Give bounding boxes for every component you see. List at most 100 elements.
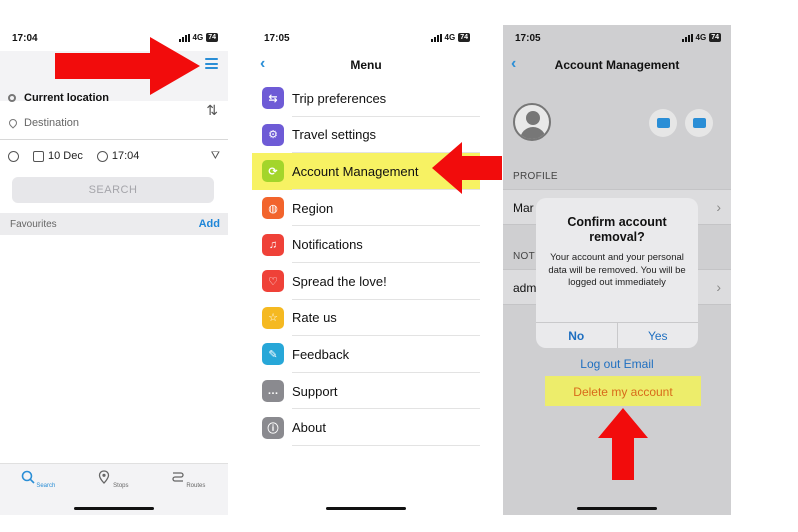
notification-section-header: NOT [513, 251, 536, 262]
logout-button[interactable]: Log out Email [503, 357, 731, 371]
page-title: Menu [350, 58, 382, 72]
location-dot-icon [8, 94, 16, 102]
menu-list: ⇆ Trip preferences ⚙ Travel settings ⟳ A… [252, 80, 480, 446]
network-label: 4G [444, 33, 456, 42]
refresh-icon: ⟳ [262, 160, 284, 183]
red-arrow-right [55, 37, 200, 95]
menu-item-label: Account Management [292, 163, 419, 179]
menu-item-label: Spread the love! [292, 273, 387, 289]
time-selector: 10 Dec 17:04 ⛛ [8, 150, 220, 162]
menu-item-label: Support [292, 383, 338, 399]
tab-label: Routes [186, 483, 206, 489]
status-time: 17:04 [12, 33, 38, 44]
home-indicator [74, 507, 154, 510]
chevron-right-icon: › [716, 279, 721, 295]
date-value: 10 Dec [48, 150, 83, 162]
divider [0, 139, 228, 140]
profile-row-label: Mar [513, 201, 534, 215]
swap-icon[interactable]: ⇅ [206, 102, 218, 119]
gear-icon: ⚙ [262, 123, 284, 146]
dialog-title: Confirm account removal? [567, 215, 667, 244]
bell-icon: ♫ [262, 233, 284, 256]
avatar[interactable] [513, 103, 551, 141]
pin-icon [8, 119, 16, 128]
globe-icon: ◍ [262, 197, 284, 220]
camera-icon [656, 118, 670, 128]
battery-icon: 74 [458, 33, 470, 42]
camera-button[interactable] [649, 109, 677, 137]
menu-screen: 17:05 4G 74 ‹ Menu ⇆ Trip preferences ⚙ … [252, 25, 480, 515]
menu-item-label: Feedback [292, 346, 350, 362]
status-bar: 17:05 4G 74 [252, 25, 480, 51]
dialog-message: Your account and your personal data will… [548, 252, 686, 288]
time-value: 17:04 [111, 150, 140, 162]
gallery-button[interactable] [685, 109, 713, 137]
yes-button[interactable]: Yes [618, 323, 699, 348]
status-bar: 17:05 4G 74 [503, 25, 731, 51]
date-picker[interactable]: 10 Dec [33, 150, 83, 162]
chat-icon: … [262, 380, 284, 403]
feedback-icon: ✎ [262, 343, 284, 366]
tutorial-collage: 17:04 4G 74 Current location Destination… [0, 0, 798, 532]
menu-item-trip-preferences[interactable]: ⇆ Trip preferences [252, 80, 480, 117]
tab-routes[interactable]: Routes [163, 470, 213, 489]
home-indicator [577, 507, 657, 510]
favourites-label: Favourites [10, 219, 57, 230]
menu-item-feedback[interactable]: ✎ Feedback [252, 336, 480, 373]
menu-item-notifications[interactable]: ♫ Notifications [252, 226, 480, 263]
nav-bar: ‹ Account Management [503, 51, 731, 79]
menu-item-label: Notifications [292, 237, 363, 253]
profile-section-header: PROFILE [513, 171, 558, 182]
tab-search[interactable]: Search [13, 470, 63, 489]
chevron-right-icon: › [716, 199, 721, 215]
menu-item-rate-us[interactable]: ☆ Rate us [252, 300, 480, 337]
filter-icon[interactable]: ⛛ [211, 150, 220, 163]
info-icon: ⓘ [262, 416, 284, 439]
image-icon [692, 118, 706, 128]
destination-label: Destination [24, 117, 80, 129]
home-indicator [326, 507, 406, 510]
signal-icon [681, 33, 693, 42]
menu-item-spread-the-love[interactable]: ♡ Spread the love! [252, 263, 480, 300]
history-icon [8, 150, 19, 162]
menu-item-about[interactable]: ⓘ About [252, 409, 480, 446]
heart-icon: ♡ [262, 270, 284, 293]
tab-label: Search [36, 483, 56, 489]
add-favourite-button[interactable]: Add [199, 218, 220, 230]
battery-icon: 74 [206, 33, 218, 42]
reset-time-button[interactable] [8, 150, 19, 162]
dialog-buttons: No Yes [536, 322, 698, 348]
favourites-bar: Favourites Add [0, 213, 228, 235]
confirm-dialog: Confirm account removal? Your account an… [536, 198, 698, 348]
menu-item-label: Trip preferences [292, 90, 387, 106]
menu-item-support[interactable]: … Support [252, 373, 480, 410]
menu-item-region[interactable]: ◍ Region [252, 190, 480, 227]
signal-icon [430, 33, 442, 42]
tab-label: Stops [113, 483, 129, 489]
destination-field[interactable]: Destination [8, 117, 79, 129]
admin-row-label: adm [513, 281, 537, 295]
time-picker[interactable]: 17:04 [96, 150, 140, 162]
menu-item-label: About [292, 420, 326, 436]
clock-icon [96, 150, 108, 162]
pin-icon [99, 470, 110, 484]
menu-item-label: Region [292, 200, 334, 216]
star-icon: ☆ [262, 306, 284, 329]
search-icon [21, 470, 35, 484]
delete-account-button[interactable]: Delete my account [545, 385, 701, 399]
no-button[interactable]: No [536, 323, 618, 348]
page-title: Account Management [554, 58, 680, 72]
calendar-icon [33, 150, 44, 162]
menu-item-label: Rate us [292, 310, 337, 326]
search-screen: 17:04 4G 74 Current location Destination… [0, 25, 228, 515]
status-time: 17:05 [515, 33, 541, 44]
search-button[interactable]: SEARCH [12, 177, 214, 203]
status-time: 17:05 [264, 33, 290, 44]
hamburger-menu-icon[interactable] [205, 58, 218, 69]
battery-icon: 74 [709, 33, 721, 42]
network-label: 4G [695, 33, 707, 42]
red-arrow-up [598, 408, 648, 480]
tab-stops[interactable]: Stops [88, 470, 138, 489]
route-icon [172, 472, 184, 482]
nav-bar: ‹ Menu [252, 51, 480, 79]
